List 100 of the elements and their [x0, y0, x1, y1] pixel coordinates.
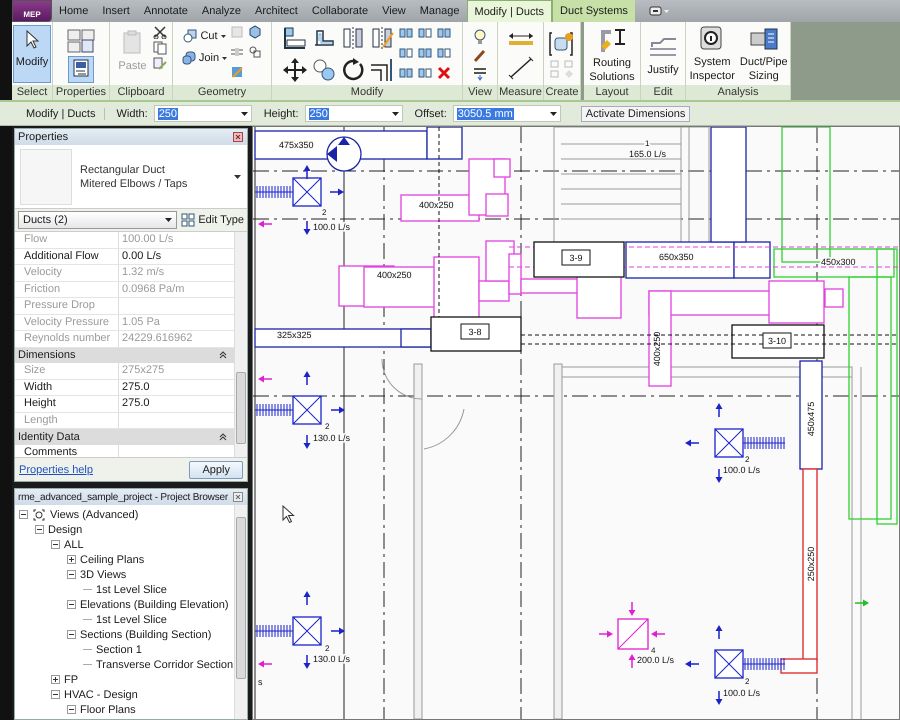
aligned-dimension-icon[interactable] — [506, 30, 534, 46]
align-icon[interactable] — [282, 25, 308, 51]
ribbon-tab[interactable]: Duct Systems — [552, 0, 635, 22]
arrow-icon — [855, 600, 869, 606]
air-terminal-icon — [292, 616, 322, 646]
expand-toggle-icon[interactable] — [67, 555, 76, 564]
tree-item[interactable]: HVAC - Design — [64, 688, 138, 700]
type-properties-button[interactable] — [68, 56, 94, 82]
delete-icon[interactable] — [436, 65, 452, 81]
tree-item[interactable]: Floor Plans — [80, 704, 136, 716]
door-swing — [424, 408, 464, 450]
edit-type-button[interactable]: Edit Type — [181, 213, 244, 227]
expand-toggle-icon[interactable] — [35, 525, 44, 534]
properties-icon[interactable] — [66, 28, 96, 54]
parameter-name: Pressure Drop — [15, 298, 119, 314]
tree-item[interactable]: Views (Advanced) — [50, 508, 138, 520]
system-inspector-button[interactable]: System Inspector — [688, 55, 736, 83]
line-style-icon[interactable] — [473, 65, 487, 81]
ribbon-tab[interactable]: View — [375, 0, 413, 22]
duct-pipe-sizing-button[interactable]: Duct/Pipe Sizing — [740, 55, 788, 83]
dimension-field[interactable]: 250 — [304, 105, 403, 122]
create-group-icon[interactable] — [548, 31, 576, 57]
arrow-icon — [258, 220, 272, 228]
tree-item[interactable]: FP — [64, 674, 78, 686]
duct-size-label: 400x250 — [419, 200, 454, 210]
dimension-field[interactable]: 3050.5 mm — [452, 105, 561, 122]
lightbulb-icon[interactable] — [473, 29, 487, 45]
scrollbar[interactable] — [234, 232, 247, 457]
tree-item[interactable]: 1st Level Slice — [96, 614, 167, 626]
ribbon-tab[interactable]: Manage — [412, 0, 467, 22]
tree-item[interactable]: Section 1 — [96, 644, 142, 656]
parameter-value[interactable]: 275.0 — [119, 396, 234, 412]
airflow-label: 100.0 L/s — [723, 688, 760, 698]
expand-toggle-icon[interactable] — [19, 510, 28, 519]
brush-icon[interactable] — [152, 57, 167, 71]
scrollbar[interactable] — [234, 505, 247, 719]
collapse-icon[interactable] — [219, 432, 227, 441]
parameter-name: Additional Flow — [15, 248, 119, 264]
close-icon[interactable] — [233, 492, 243, 502]
copy-circles-icon[interactable] — [311, 57, 337, 83]
equipment-tag[interactable]: 3-9 — [562, 250, 590, 266]
ribbon-tab[interactable]: Architect — [248, 0, 305, 22]
split-face-icon[interactable] — [230, 45, 244, 59]
application-button[interactable]: MEP — [12, 0, 52, 22]
ribbon-tab[interactable]: Modify | Ducts — [466, 0, 552, 22]
return-grille-icon — [617, 618, 649, 650]
parameter-value[interactable]: 275.0 — [119, 380, 234, 395]
activate-dimensions-button[interactable]: Activate Dimensions — [580, 106, 690, 122]
join-button[interactable]: Join — [182, 51, 228, 65]
tree-item[interactable]: Elevations (Building Elevation) — [80, 598, 229, 610]
apply-button[interactable]: Apply — [189, 460, 243, 478]
arrow-icon — [599, 630, 613, 638]
clipboard-icon — [122, 30, 142, 54]
parameter-name: Friction — [15, 282, 119, 297]
paintbrush-icon[interactable] — [473, 47, 487, 63]
expand-toggle-icon[interactable] — [51, 675, 60, 684]
close-icon[interactable] — [233, 132, 243, 142]
ribbon-tab[interactable]: Analyze — [194, 0, 248, 22]
properties-help-link[interactable]: Properties help — [19, 464, 93, 476]
dropdown-icon — [165, 218, 172, 222]
flex-duct-drawing — [742, 658, 786, 670]
panel-toggle-icon[interactable] — [648, 6, 671, 16]
expand-toggle-icon[interactable] — [51, 690, 60, 699]
dropdown-icon[interactable] — [234, 174, 241, 178]
tree-item[interactable]: Ceiling Plans — [80, 554, 144, 566]
parameter-value[interactable]: 0.00 L/s — [119, 248, 234, 264]
arrow-icon — [304, 165, 310, 179]
expand-toggle-icon[interactable] — [67, 630, 76, 639]
cube-icon[interactable] — [248, 25, 262, 39]
scissors-icon[interactable] — [152, 25, 167, 39]
paint-icon[interactable] — [230, 65, 244, 79]
move-icon[interactable] — [282, 57, 308, 83]
tree-item[interactable]: Sections (Building Section) — [80, 628, 212, 640]
ribbon-tab[interactable]: Insert — [95, 0, 137, 22]
collapse-icon[interactable] — [219, 351, 227, 360]
instance-selector[interactable]: Ducts (2) — [18, 211, 178, 229]
tree-item[interactable]: Transverse Corridor Section — [96, 658, 234, 670]
cut-button[interactable]: Cut — [183, 29, 226, 43]
equipment-tag[interactable]: 3-10 — [762, 332, 792, 348]
expand-toggle-icon[interactable] — [67, 705, 76, 714]
dimension-field[interactable]: 250 — [154, 105, 252, 122]
tree-item[interactable]: Design — [48, 524, 82, 536]
ribbon-tab[interactable]: Annotate — [136, 0, 195, 22]
expand-toggle-icon[interactable] — [67, 600, 76, 609]
rotate-icon[interactable] — [340, 57, 366, 83]
ribbon-tab[interactable]: Home — [52, 0, 96, 22]
type-preview — [20, 148, 72, 204]
tree-item[interactable]: ALL — [64, 538, 84, 550]
tree-item[interactable]: 1st Level Slice — [96, 584, 167, 596]
arrow-icon — [716, 469, 722, 483]
modify-button[interactable]: Modify — [12, 25, 52, 83]
measure-icon[interactable] — [506, 54, 534, 80]
justify-button[interactable]: Justify — [647, 63, 679, 77]
ribbon-tab[interactable]: Collaborate — [304, 0, 376, 22]
expand-toggle-icon[interactable] — [67, 570, 76, 579]
routing-solutions-button[interactable]: Routing Solutions — [586, 56, 638, 84]
expand-toggle-icon[interactable] — [51, 540, 60, 549]
arrow-icon — [651, 630, 665, 638]
equipment-tag[interactable]: 3-8 — [460, 324, 490, 340]
tree-item[interactable]: 3D Views — [80, 568, 126, 580]
